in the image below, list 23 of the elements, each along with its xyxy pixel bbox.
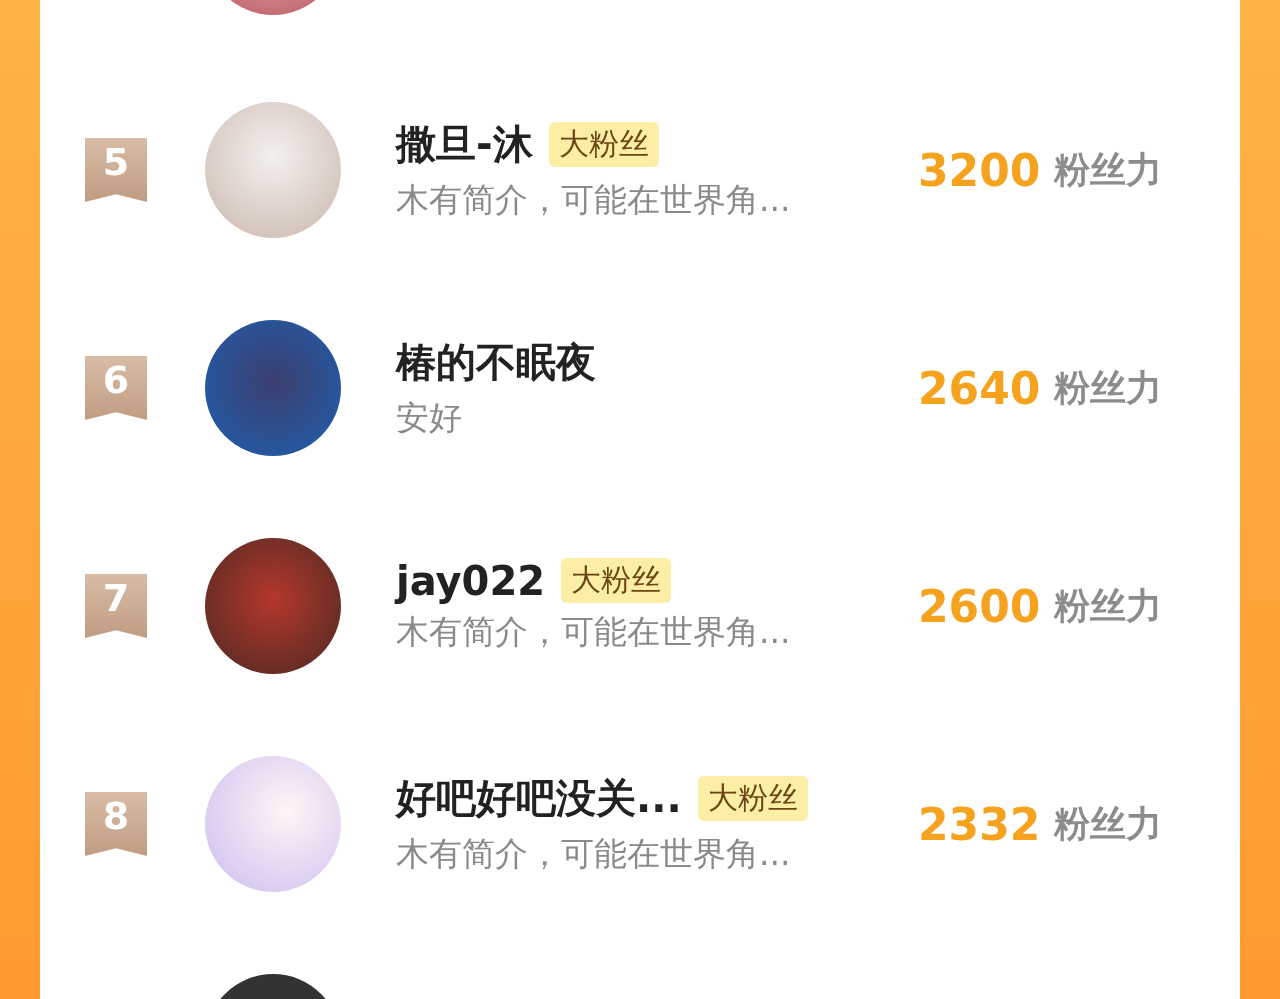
fan-score: 2640 <box>918 362 1041 414</box>
fan-badge: 大粉丝 <box>697 776 808 821</box>
score-unit: 粉丝力 <box>1054 147 1163 192</box>
user-name: 撒旦-沐 <box>396 120 533 169</box>
score-unit: 粉丝力 <box>1054 365 1163 410</box>
user-bio: 木有简介，可能在世界角... <box>396 833 792 875</box>
fan-badge: 大粉丝 <box>561 558 672 603</box>
user-name: jay022 <box>396 557 546 604</box>
fan-score: 3200 <box>918 144 1041 196</box>
user-name: 好吧好吧没关... <box>396 774 682 823</box>
user-bio: 安好 <box>396 397 463 439</box>
rank-ribbon: 6 <box>85 356 147 420</box>
user-name: 椿的不眠夜 <box>396 338 596 387</box>
score-unit: 粉丝力 <box>1054 583 1163 628</box>
user-bio: 木有简介，可能在世界角... <box>396 179 792 221</box>
fan-score: 2600 <box>918 580 1041 632</box>
rank-ribbon: 8 <box>85 792 147 856</box>
score-unit: 粉丝力 <box>1054 801 1163 846</box>
rank-ribbon: 7 <box>85 574 147 638</box>
fan-score: 2332 <box>918 798 1041 850</box>
fan-badge: 大粉丝 <box>548 122 659 167</box>
rank-ribbon: 5 <box>85 138 147 202</box>
user-bio: 木有简介，可能在世界角... <box>396 610 792 653</box>
